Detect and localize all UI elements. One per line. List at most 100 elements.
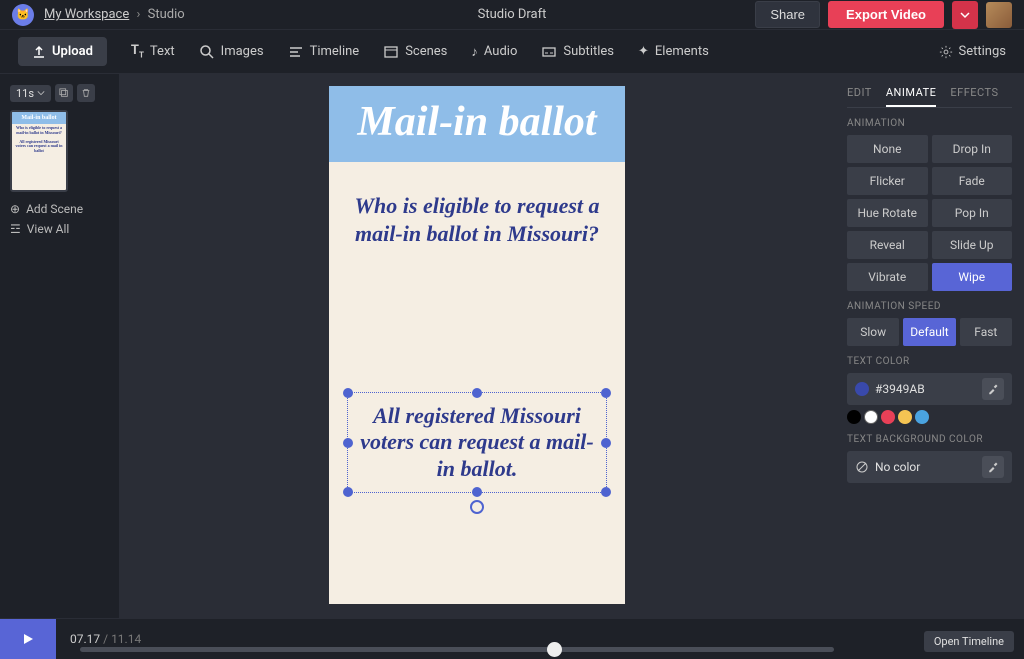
toolbar-audio[interactable]: ♪ Audio [471, 44, 517, 60]
export-caret-button[interactable] [952, 1, 978, 29]
scene-thumbnail[interactable]: Mail-in ballot Who is eligible to reques… [10, 110, 68, 192]
eyedropper-button[interactable] [982, 378, 1004, 400]
canvas[interactable]: Mail-in ballot Who is eligible to reques… [329, 86, 625, 604]
toolbar-scenes[interactable]: Scenes [383, 44, 447, 60]
toolbar-subtitles[interactable]: Subtitles [541, 44, 614, 60]
copy-icon [59, 88, 69, 98]
speed-row: SlowDefaultFast [847, 318, 1012, 346]
toolbar-images-label: Images [221, 44, 264, 59]
gear-icon [939, 45, 953, 59]
app-logo[interactable]: 🐱 [12, 4, 34, 26]
speed-section-label: ANIMATION SPEED [847, 301, 1012, 312]
toolbar-timeline[interactable]: Timeline [288, 44, 360, 60]
current-time: 07.17 [70, 632, 100, 646]
animation-option-none[interactable]: None [847, 135, 928, 163]
color-swatch[interactable] [898, 410, 912, 424]
animation-option-vibrate[interactable]: Vibrate [847, 263, 928, 291]
canvas-area[interactable]: Mail-in ballot Who is eligible to reques… [120, 74, 834, 618]
view-all-label: View All [27, 222, 70, 236]
color-swatch[interactable] [864, 410, 878, 424]
speed-option-fast[interactable]: Fast [960, 318, 1012, 346]
trash-icon [81, 88, 91, 98]
view-all-button[interactable]: ☲ View All [10, 222, 109, 236]
elements-icon: ✦ [638, 44, 649, 59]
resize-handle-bc[interactable] [472, 487, 482, 497]
scenes-icon [383, 44, 399, 60]
share-button[interactable]: Share [755, 1, 820, 28]
animation-option-drop-in[interactable]: Drop In [932, 135, 1013, 163]
resize-handle-ml[interactable] [343, 438, 353, 448]
list-icon: ☲ [10, 222, 21, 236]
resize-handle-br[interactable] [601, 487, 611, 497]
plus-icon: ⊕ [10, 202, 20, 216]
selected-text-element[interactable]: All registered Missouri voters can reque… [347, 392, 607, 493]
animation-section-label: ANIMATION [847, 118, 1012, 129]
total-time: 11.14 [111, 632, 141, 646]
add-scene-button[interactable]: ⊕ Add Scene [10, 202, 109, 216]
color-swatch[interactable] [847, 410, 861, 424]
animation-option-slide-up[interactable]: Slide Up [932, 231, 1013, 259]
duplicate-scene-button[interactable] [55, 84, 73, 102]
animation-option-reveal[interactable]: Reveal [847, 231, 928, 259]
main-toolbar: Upload TT Text Images Timeline Scenes ♪ … [0, 30, 1024, 74]
tab-animate[interactable]: ANIMATE [886, 82, 937, 107]
open-timeline-button[interactable]: Open Timeline [924, 631, 1014, 652]
breadcrumb: My Workspace › Studio [44, 7, 185, 22]
resize-handle-tc[interactable] [472, 388, 482, 398]
rotate-handle[interactable] [470, 500, 484, 514]
delete-scene-button[interactable] [77, 84, 95, 102]
toolbar-timeline-label: Timeline [310, 44, 360, 59]
progress-track[interactable] [80, 647, 834, 652]
tab-edit[interactable]: EDIT [847, 82, 872, 107]
bg-eyedropper-button[interactable] [982, 456, 1004, 478]
breadcrumb-studio: Studio [148, 7, 185, 22]
time-display: 07.17 / 11.14 [70, 632, 141, 646]
no-color-label: No color [875, 460, 920, 474]
speed-option-slow[interactable]: Slow [847, 318, 899, 346]
scene-duration[interactable]: 11s [10, 85, 51, 102]
color-swatch[interactable] [881, 410, 895, 424]
user-avatar[interactable] [986, 2, 1012, 28]
speed-option-default[interactable]: Default [903, 318, 955, 346]
resize-handle-tl[interactable] [343, 388, 353, 398]
canvas-answer-text[interactable]: All registered Missouri voters can reque… [356, 403, 598, 482]
toolbar-text[interactable]: TT Text [131, 43, 175, 60]
resize-handle-bl[interactable] [343, 487, 353, 497]
resize-handle-tr[interactable] [601, 388, 611, 398]
play-button[interactable] [0, 619, 56, 659]
animation-option-pop-in[interactable]: Pop In [932, 199, 1013, 227]
animation-option-flicker[interactable]: Flicker [847, 167, 928, 195]
text-color-label: TEXT COLOR [847, 356, 1012, 367]
text-icon: TT [131, 43, 144, 60]
toolbar-elements-label: Elements [655, 44, 709, 59]
text-color-row[interactable]: #3949AB [847, 373, 1012, 405]
toolbar-elements[interactable]: ✦ Elements [638, 44, 709, 59]
canvas-title-element[interactable]: Mail-in ballot [329, 86, 625, 162]
toolbar-images[interactable]: Images [199, 44, 264, 60]
animation-option-wipe[interactable]: Wipe [932, 263, 1013, 291]
animation-option-hue-rotate[interactable]: Hue Rotate [847, 199, 928, 227]
add-scene-label: Add Scene [26, 202, 83, 216]
bg-color-row[interactable]: No color [847, 451, 1012, 483]
upload-icon [32, 45, 46, 59]
progress-thumb[interactable] [547, 642, 562, 657]
topbar: 🐱 My Workspace › Studio Studio Draft Sha… [0, 0, 1024, 30]
project-name[interactable]: Studio Draft [478, 7, 547, 22]
resize-handle-mr[interactable] [601, 438, 611, 448]
export-video-button[interactable]: Export Video [828, 1, 944, 28]
settings-label: Settings [959, 44, 1006, 59]
tab-effects[interactable]: EFFECTS [950, 82, 998, 107]
animation-option-fade[interactable]: Fade [932, 167, 1013, 195]
toolbar-audio-label: Audio [484, 44, 517, 59]
workspace-link[interactable]: My Workspace [44, 7, 129, 22]
canvas-question-element[interactable]: Who is eligible to request a mail-in bal… [329, 162, 625, 257]
upload-label: Upload [52, 44, 93, 59]
eyedropper-icon [987, 383, 999, 395]
chevron-down-icon [37, 89, 45, 97]
upload-button[interactable]: Upload [18, 37, 107, 66]
timeline-icon [288, 44, 304, 60]
timeline-bar: 07.17 / 11.14 Open Timeline [0, 618, 1024, 658]
eyedropper-icon [987, 461, 999, 473]
settings-button[interactable]: Settings [939, 44, 1006, 59]
color-swatch[interactable] [915, 410, 929, 424]
